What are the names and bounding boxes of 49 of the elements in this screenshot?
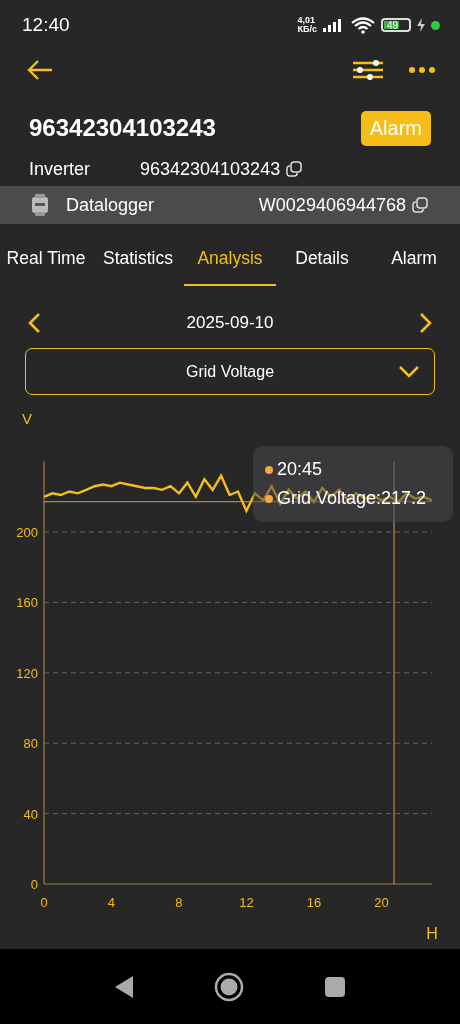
x-tick-label: 20	[374, 895, 389, 910]
y-tick-label: 40	[23, 806, 38, 822]
next-day-icon[interactable]	[419, 312, 433, 334]
x-tick-label: 12	[239, 895, 254, 910]
tab[interactable]: Analysis	[184, 242, 276, 286]
home-nav-icon[interactable]	[214, 971, 244, 1002]
info-label: Datalogger	[66, 194, 156, 216]
info-value: 96342304103243	[140, 158, 281, 180]
device-title: 96342304103243	[29, 114, 216, 142]
recents-nav-icon[interactable]	[324, 975, 346, 998]
tooltip-reading: Grid Voltage:217.2	[277, 488, 427, 509]
tab[interactable]: Alarm	[368, 242, 460, 286]
y-tick-label: 80	[23, 736, 38, 752]
x-tick-label: 4	[107, 895, 116, 910]
copy-icon[interactable]	[286, 161, 303, 177]
back-nav-icon[interactable]	[114, 974, 134, 999]
x-tick-label: 0	[40, 895, 48, 910]
date-label: 2025-09-10	[186, 313, 274, 333]
tab[interactable]: Details	[276, 242, 368, 286]
status-dot	[431, 20, 440, 30]
x-tick-label: 8	[175, 895, 183, 910]
tab[interactable]: Statistics	[92, 242, 184, 286]
y-tick-label: 0	[30, 877, 38, 892]
previous-day-icon[interactable]	[27, 312, 41, 334]
y-tick-label: 200	[16, 525, 38, 540]
tooltip-dot-icon	[265, 465, 273, 474]
status-time: 12:40	[22, 14, 70, 36]
wifi-icon	[351, 16, 375, 34]
y-tick-label: 120	[16, 665, 38, 681]
tooltip-time: 20:45	[277, 459, 323, 480]
datalogger-icon	[31, 194, 49, 216]
y-tick-label: 160	[16, 595, 38, 611]
x-axis-unit: H	[426, 925, 438, 942]
y-axis-unit: V	[21, 410, 33, 428]
info-label: Inverter	[29, 158, 92, 180]
battery-icon: 49	[381, 18, 411, 32]
network-speed-unit: КБ/с	[297, 25, 317, 34]
tab[interactable]: Real Time	[0, 242, 92, 286]
metric-dropdown[interactable]: Grid Voltage	[25, 348, 435, 395]
more-icon[interactable]	[408, 66, 436, 74]
network-speed: 4,01	[297, 16, 316, 25]
back-arrow-icon[interactable]	[26, 59, 54, 81]
tooltip-dot-icon	[265, 494, 273, 503]
x-tick-label: 16	[306, 895, 322, 910]
info-value: W0029406944768	[258, 194, 406, 216]
filter-sliders-icon[interactable]	[352, 60, 384, 80]
caret-icon	[398, 365, 420, 379]
charging-icon	[417, 18, 425, 32]
copy-icon[interactable]	[412, 197, 428, 213]
